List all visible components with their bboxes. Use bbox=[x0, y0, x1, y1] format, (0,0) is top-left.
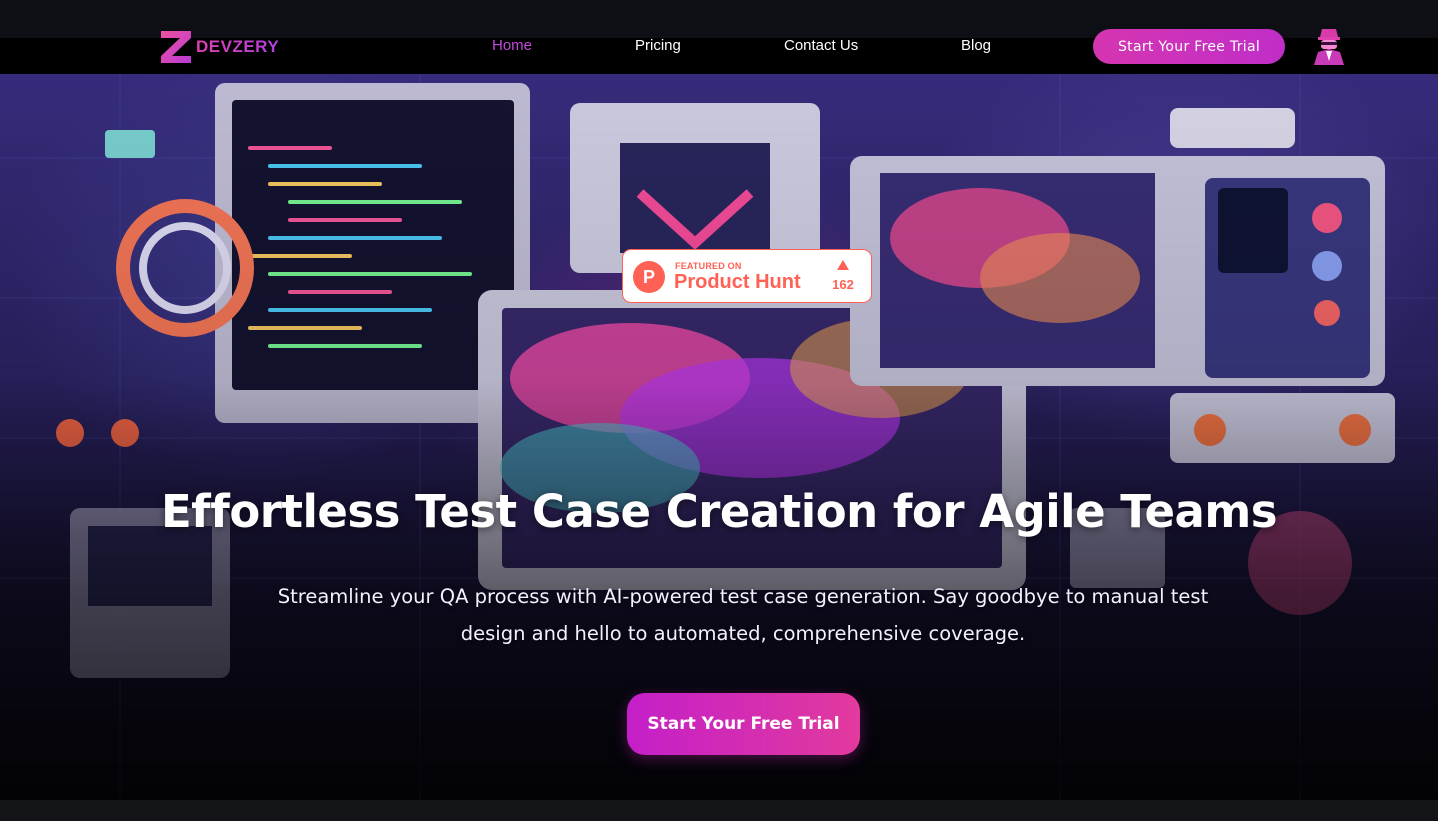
hero-background-illustration bbox=[0, 38, 1438, 800]
spy-agent-icon[interactable] bbox=[1310, 27, 1348, 65]
nav-link-home[interactable]: Home bbox=[492, 37, 532, 54]
bottom-band bbox=[0, 800, 1438, 821]
upvote-arrow-icon bbox=[837, 260, 849, 270]
devzery-logo-icon bbox=[161, 31, 191, 63]
product-hunt-icon: P bbox=[633, 261, 665, 293]
product-hunt-badge[interactable]: P FEATURED ON Product Hunt 162 bbox=[622, 249, 872, 303]
ph-upvote-count: 162 bbox=[832, 277, 854, 292]
hero-title: Effortless Test Case Creation for Agile … bbox=[160, 485, 1278, 538]
nav-start-free-trial-button[interactable]: Start Your Free Trial bbox=[1093, 29, 1285, 64]
nav-link-blog[interactable]: Blog bbox=[961, 37, 991, 54]
nav-link-pricing[interactable]: Pricing bbox=[635, 37, 681, 54]
ph-featured-label: FEATURED ON bbox=[675, 261, 742, 271]
hero-start-free-trial-button[interactable]: Start Your Free Trial bbox=[627, 693, 860, 755]
brand-logo[interactable]: DEVZERY bbox=[160, 30, 279, 64]
ph-name: Product Hunt bbox=[674, 271, 801, 293]
brand-name: DEVZERY bbox=[196, 37, 280, 56]
nav-link-contact-us[interactable]: Contact Us bbox=[784, 37, 858, 54]
hero-subtitle: Streamline your QA process with AI-power… bbox=[277, 585, 1209, 645]
